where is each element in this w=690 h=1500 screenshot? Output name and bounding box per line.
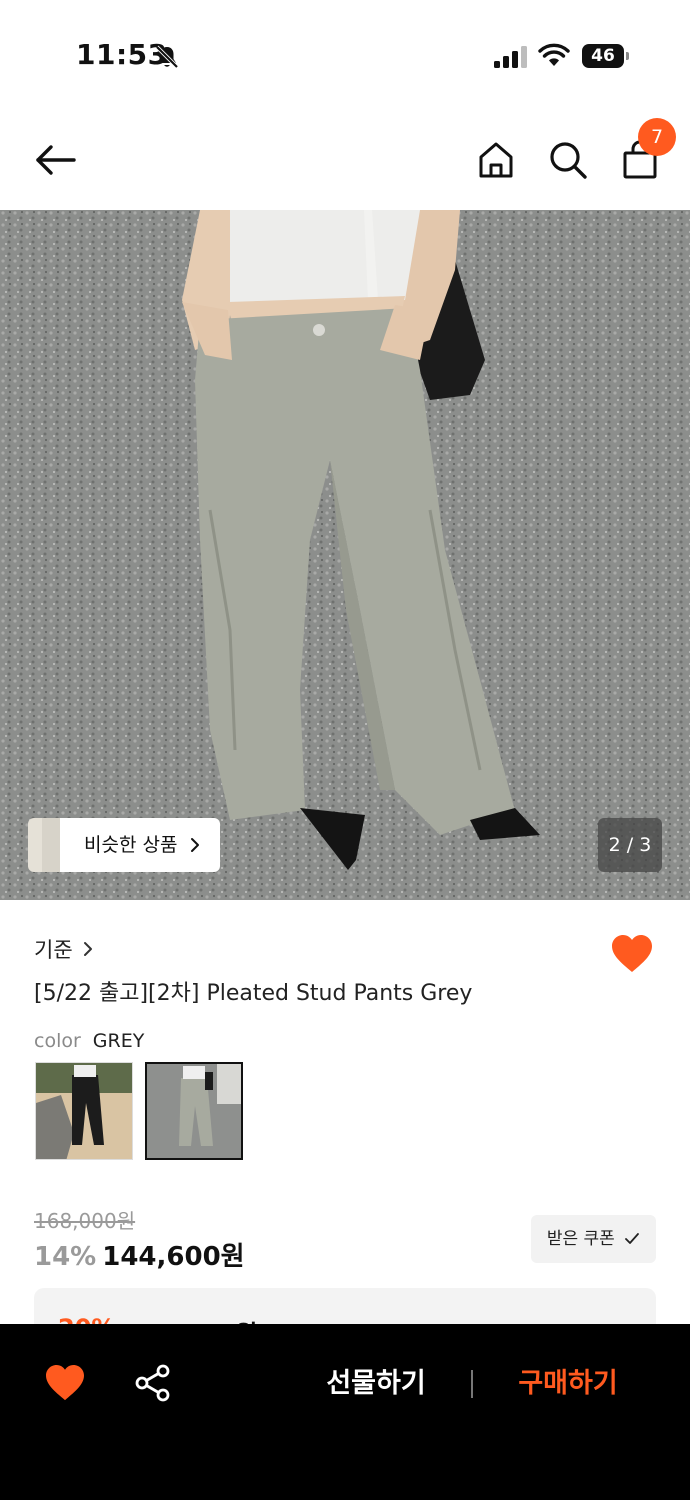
similar-products-label: 비슷한 상품: [84, 834, 178, 856]
similar-products-button[interactable]: 비슷한 상품: [28, 818, 220, 872]
heart-icon[interactable]: [610, 934, 654, 974]
chevron-right-icon: [191, 838, 199, 852]
brand-link[interactable]: 기준: [34, 934, 93, 964]
cart-count-badge: 7: [638, 118, 676, 156]
discount-rate: 14%: [34, 1242, 97, 1272]
color-key: color: [34, 1030, 81, 1052]
back-arrow-icon[interactable]: [34, 138, 78, 182]
swatch-photo: [36, 1063, 132, 1159]
product-title: [5/22 출고][2차] Pleated Stud Pants Grey: [34, 981, 473, 1006]
brand-name: 기준: [34, 938, 73, 962]
wifi-icon: [538, 43, 570, 66]
gift-button[interactable]: 선물하기: [308, 1360, 444, 1408]
product-image-gallery[interactable]: [0, 210, 690, 900]
battery-tip: [626, 52, 629, 60]
color-option-label: color GREY: [34, 1030, 144, 1052]
received-coupon-button[interactable]: 받은 쿠폰: [531, 1215, 656, 1263]
heart-icon[interactable]: [44, 1364, 86, 1402]
signal-icon: [494, 46, 527, 68]
battery-icon: 46: [582, 44, 630, 68]
bell-off-icon: [155, 45, 179, 69]
price-row: 14% 144,600원: [34, 1236, 245, 1273]
similar-product-thumbnails: [28, 818, 64, 872]
share-icon[interactable]: [134, 1364, 172, 1402]
bottom-bar-divider: [471, 1370, 473, 1398]
buy-button[interactable]: 구매하기: [500, 1360, 636, 1408]
product-photo: [0, 210, 690, 900]
color-swatch-grey[interactable]: [145, 1062, 243, 1160]
status-bar: 11:53 46: [0, 0, 690, 110]
search-icon[interactable]: [546, 138, 590, 182]
nav-bar: [0, 110, 690, 210]
check-icon: [625, 1233, 640, 1244]
bottom-action-bar: 선물하기 구매하기: [0, 1324, 690, 1500]
gallery-pager: 2 / 3: [598, 818, 662, 872]
color-value: GREY: [92, 1030, 145, 1052]
similar-products-pill: 비슷한 상품: [60, 818, 220, 872]
battery-level: 46: [582, 44, 624, 68]
original-price: 168,000원: [34, 1209, 136, 1233]
chevron-right-icon: [83, 942, 92, 956]
color-swatch-black[interactable]: [35, 1062, 133, 1160]
swatch-photo: [147, 1064, 241, 1158]
coupon-label: 받은 쿠폰: [546, 1229, 615, 1249]
home-icon[interactable]: [474, 138, 518, 182]
sale-price: 144,600원: [102, 1242, 245, 1272]
